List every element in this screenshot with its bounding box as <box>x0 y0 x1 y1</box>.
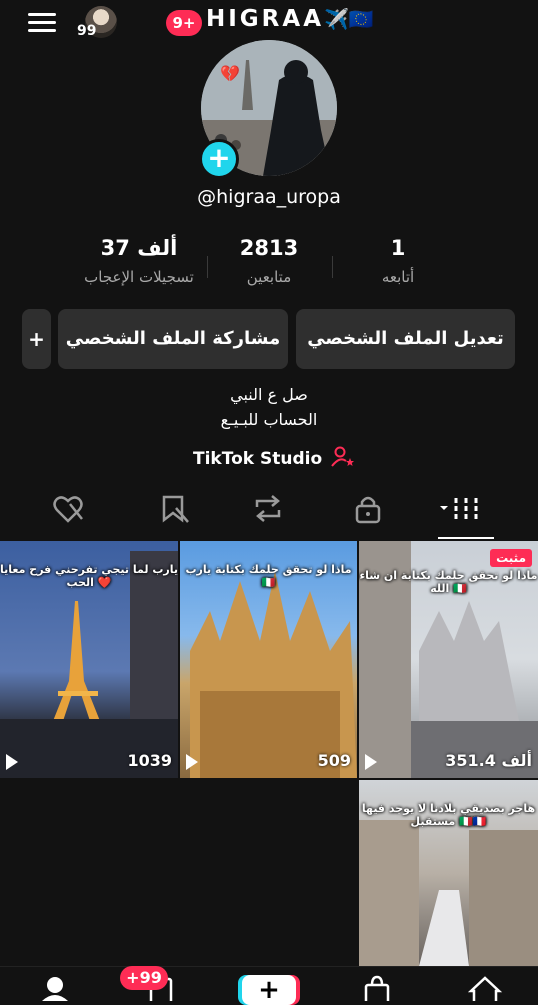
stat-likes[interactable]: 37 ألف تسجيلات الإعجاب <box>78 236 200 286</box>
share-profile-button[interactable]: مشاركة الملف الشخصي <box>58 309 288 369</box>
view-count: 509 <box>317 751 351 770</box>
notification-badge[interactable]: 9+ <box>166 10 202 36</box>
add-friend-button[interactable]: + <box>22 309 51 369</box>
play-icon <box>6 754 18 770</box>
likes-label: تسجيلات الإعجاب <box>84 268 194 286</box>
view-count: 351.4 ألف <box>445 751 532 770</box>
studio-label: TikTok Studio <box>193 449 323 469</box>
stat-followers[interactable]: 2813 متابعين <box>215 236 323 286</box>
video-caption: يارب لما تيجي تفرحني فرح معايا الحب ❤️ <box>0 563 178 589</box>
home-icon <box>467 976 503 1005</box>
stat-divider <box>332 256 333 278</box>
username: @higraa_uropa <box>197 186 341 208</box>
play-icon <box>365 754 377 770</box>
tab-videos[interactable] <box>438 494 494 528</box>
video-tile[interactable]: مثبت ماذا لو تحقق حلمك بكتابة ان شاء الل… <box>359 541 538 778</box>
likes-count: 37 ألف <box>100 236 178 260</box>
avatar-badge: 99 <box>77 23 97 39</box>
video-caption: هاجر بصديقي بلادنا لا يوجد فيها مستقبل 🇮… <box>361 802 536 828</box>
followers-label: متابعين <box>246 268 292 286</box>
video-caption: ماذا لو تحقق حلمك بكتابة ان شاء الله 🇮🇹 <box>359 569 538 595</box>
tab-favorites[interactable] <box>158 494 198 528</box>
add-user-icon: + <box>28 327 45 351</box>
nav-home[interactable] <box>467 975 503 1005</box>
menu-button[interactable] <box>28 8 56 37</box>
view-count: 1039 <box>127 751 172 770</box>
bio-line-1: صل ع النبي <box>230 385 308 404</box>
heart-emoji: 💔 <box>220 64 240 83</box>
heart-slash-icon <box>53 496 83 523</box>
person-star-icon <box>331 446 355 467</box>
tiktok-studio-link[interactable]: TikTok Studio <box>193 446 355 469</box>
stat-following[interactable]: 1 أتابعه <box>350 236 446 286</box>
repost-icon <box>255 495 281 522</box>
tab-liked[interactable] <box>52 494 92 528</box>
video-caption: ماذا لو تحقق حلمك بكتابة يارب 🇮🇹 <box>185 563 352 589</box>
edit-profile-button[interactable]: تعديل الملف الشخصي <box>296 309 515 369</box>
plus-icon: + <box>258 975 280 1005</box>
bookmark-icon <box>162 495 189 523</box>
video-tile[interactable]: هاجر بصديقي بلادنا لا يوجد فيها مستقبل 🇮… <box>359 780 538 966</box>
profile-icon <box>42 977 68 1001</box>
create-button[interactable]: + <box>242 975 296 1005</box>
bio-line-2: الحساب للبـيـع <box>220 410 318 429</box>
following-label: أتابعه <box>381 268 415 286</box>
video-tile[interactable]: يارب لما تيجي تفرحني فرح معايا الحب ❤️ 1… <box>0 541 178 778</box>
tab-private[interactable] <box>352 494 392 528</box>
following-count: 1 <box>390 236 406 260</box>
lock-icon <box>355 496 381 524</box>
shop-icon <box>364 975 390 1005</box>
tab-reposts[interactable] <box>252 494 292 528</box>
nav-shop[interactable] <box>362 975 392 1005</box>
stat-divider <box>207 256 208 278</box>
grid-icon <box>440 498 478 520</box>
active-tab-indicator <box>438 537 494 539</box>
brand-title: HIGRAA <box>206 6 324 32</box>
bottom-navigation: +99 + <box>0 966 538 1005</box>
nav-profile[interactable] <box>40 975 70 1005</box>
pinned-badge: مثبت <box>490 549 532 567</box>
play-icon <box>186 754 198 770</box>
brand-emoji: ✈️🇪🇺 <box>324 7 374 31</box>
followers-count: 2813 <box>239 236 299 260</box>
add-photo-plus-icon[interactable]: + <box>199 139 239 179</box>
inbox-badge: +99 <box>120 966 168 990</box>
video-tile[interactable]: ماذا لو تحقق حلمك بكتابة يارب 🇮🇹 509 <box>180 541 357 778</box>
